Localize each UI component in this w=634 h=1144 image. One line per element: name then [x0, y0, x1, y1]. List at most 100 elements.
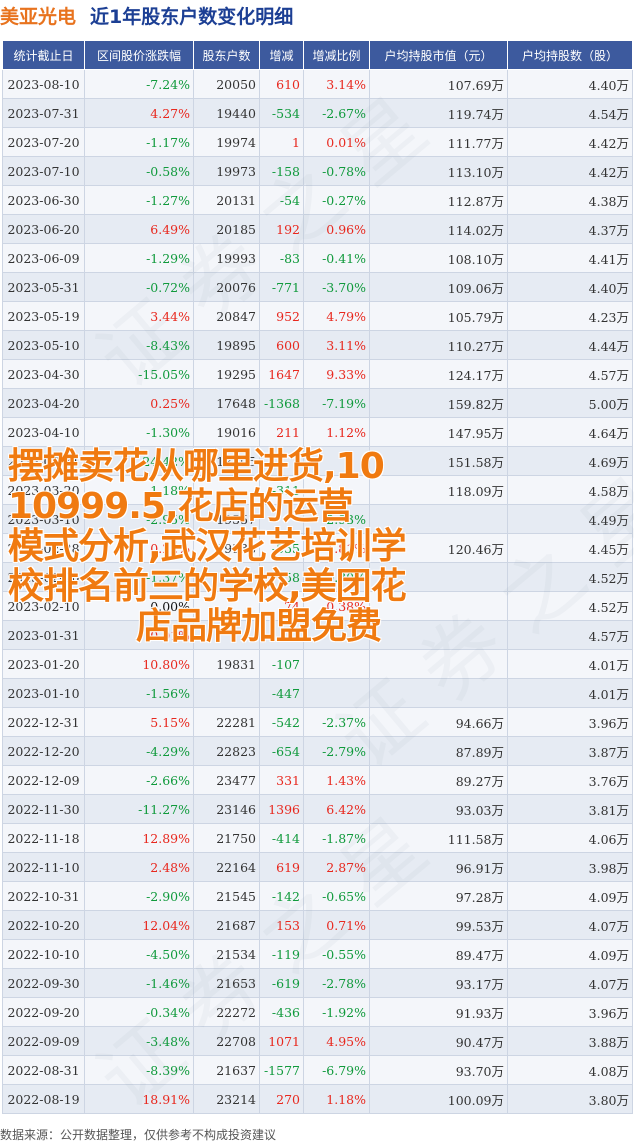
- column-header-price-change[interactable]: 区间股价涨跌幅: [84, 40, 194, 70]
- cell-avg-shares: 4.44万: [507, 330, 633, 360]
- table-row[interactable]: 2023-01-10 -1.56% -447 4.01万: [2, 678, 633, 708]
- table-row[interactable]: 2023-05-10 -8.43% 19895 600 3.11% 110.27万 4.44…: [2, 330, 633, 360]
- table-row[interactable]: 2023-06-09 -1.29% 19993 -83 -0.41% 108.10万 4.4…: [2, 243, 633, 273]
- column-header-avg-shares[interactable]: 户均持股数（股）: [507, 40, 633, 70]
- table-row[interactable]: 2023-07-10 -0.58% 19973 -158 -0.78% 113.10万 4.…: [2, 156, 633, 186]
- cell-price-change: -2.90%: [84, 881, 194, 911]
- table-row[interactable]: 2022-10-31 -2.90% 21545 -142 -0.65% 97.28万 4.0…: [2, 881, 633, 911]
- cell-ratio: -6.79%: [303, 1055, 370, 1085]
- cell-avg-value: 87.89万: [369, 736, 508, 766]
- column-header-ratio[interactable]: 增减比例: [303, 40, 370, 70]
- overlay-line: 店品牌加盟免费: [136, 606, 382, 647]
- cell-delta: 619: [259, 852, 304, 882]
- table-row[interactable]: 2023-07-31 4.27% 19440 -534 -2.67% 119.74万 4.5…: [2, 98, 633, 128]
- cell-avg-shares: 3.76万: [507, 765, 633, 795]
- table-row[interactable]: 2022-09-20 -0.34% 22272 -436 -1.92% 91.93万 3.9…: [2, 997, 633, 1027]
- table-row[interactable]: 2023-04-10 -1.30% 19016 211 1.12% 147.95万 4.64…: [2, 417, 633, 447]
- table-row[interactable]: 2023-04-20 0.25% 17648 -1368 -7.19% 159.82万 5.…: [2, 388, 633, 418]
- cell-avg-value: 108.10万: [369, 243, 508, 273]
- cell-avg-value: 89.47万: [369, 939, 508, 969]
- table-row[interactable]: 2022-11-30 -11.27% 23146 1396 6.42% 93.03万 3.8…: [2, 794, 633, 824]
- cell-ratio: 0.71%: [303, 910, 370, 940]
- table-row[interactable]: 2023-05-31 -0.72% 20076 -771 -3.70% 109.06万 4.…: [2, 272, 633, 302]
- cell-avg-shares: 4.07万: [507, 968, 633, 998]
- cell-ratio: -2.79%: [303, 736, 370, 766]
- overlay-headline[interactable]: 摆摊卖花从哪里进货,10 10999.5,花店的运营 模式分析,武汉花艺培训学 …: [8, 447, 628, 647]
- cell-avg-shares: 4.54万: [507, 98, 633, 128]
- cell-price-change: -15.05%: [84, 359, 194, 389]
- cell-delta: 331: [259, 765, 304, 795]
- cell-delta: -771: [259, 272, 304, 302]
- table-row[interactable]: 2022-10-20 12.04% 21687 153 0.71% 99.53万 4.07万: [2, 910, 633, 940]
- table-row[interactable]: 2022-12-09 -2.66% 23477 331 1.43% 89.27万 3.76万: [2, 765, 633, 795]
- cell-holders: 23146: [193, 794, 260, 824]
- cell-avg-shares: 3.96万: [507, 707, 633, 737]
- cell-date: 2022-12-20: [2, 736, 85, 766]
- cell-ratio: 4.79%: [303, 301, 370, 331]
- cell-delta: 1: [259, 127, 304, 157]
- cell-delta: 192: [259, 214, 304, 244]
- table-row[interactable]: 2022-10-10 -4.50% 21534 -119 -0.55% 89.47万 4.0…: [2, 939, 633, 969]
- cell-date: 2022-10-10: [2, 939, 85, 969]
- cell-avg-value: 124.17万: [369, 359, 508, 389]
- cell-date: 2023-01-10: [2, 678, 85, 708]
- overlay-line: 10999.5,花店的运营: [8, 486, 354, 527]
- cell-holders: 20076: [193, 272, 260, 302]
- cell-holders: 20131: [193, 185, 260, 215]
- cell-avg-shares: 4.07万: [507, 910, 633, 940]
- table-row[interactable]: 2022-12-20 -4.29% 22823 -654 -2.79% 87.89万 3.8…: [2, 736, 633, 766]
- cell-delta: -158: [259, 156, 304, 186]
- table-row[interactable]: 2022-09-09 -3.48% 22708 1071 4.95% 90.47万 3.88…: [2, 1026, 633, 1056]
- column-header-holders[interactable]: 股东户数: [193, 40, 260, 70]
- table-row[interactable]: 2023-07-20 -1.17% 19974 1 0.01% 111.77万 4.42万: [2, 127, 633, 157]
- cell-date: 2023-05-10: [2, 330, 85, 360]
- cell-ratio: -2.67%: [303, 98, 370, 128]
- cell-date: 2023-08-10: [2, 69, 85, 99]
- cell-holders: 23214: [193, 1084, 260, 1114]
- cell-avg-shares: 4.09万: [507, 881, 633, 911]
- cell-holders: 21750: [193, 823, 260, 853]
- column-header-avg-value[interactable]: 户均持股市值（元）: [369, 40, 508, 70]
- cell-holders: 19974: [193, 127, 260, 157]
- cell-avg-shares: 3.96万: [507, 997, 633, 1027]
- table-row[interactable]: 2023-06-20 6.49% 20185 192 0.96% 114.02万 4.37万: [2, 214, 633, 244]
- column-header-date[interactable]: 统计截止日: [2, 40, 85, 70]
- cell-price-change: -0.72%: [84, 272, 194, 302]
- cell-delta: -107: [259, 649, 304, 679]
- stock-name[interactable]: 美亚光电: [0, 2, 76, 29]
- cell-delta: 1647: [259, 359, 304, 389]
- cell-avg-shares: 4.40万: [507, 272, 633, 302]
- table-row[interactable]: 2022-08-19 18.91% 23214 270 1.18% 100.09万 3.80…: [2, 1084, 633, 1114]
- cell-avg-value: [369, 649, 508, 679]
- cell-ratio: -0.41%: [303, 243, 370, 273]
- table-row[interactable]: 2023-08-10 -7.24% 20050 610 3.14% 107.69万 4.40…: [2, 69, 633, 99]
- cell-holders: 19895: [193, 330, 260, 360]
- cell-price-change: -8.39%: [84, 1055, 194, 1085]
- cell-avg-shares: 3.81万: [507, 794, 633, 824]
- cell-date: 2022-11-10: [2, 852, 85, 882]
- table-row[interactable]: 2022-08-31 -8.39% 21637 -1577 -6.79% 93.70万 4.…: [2, 1055, 633, 1085]
- cell-avg-value: 119.74万: [369, 98, 508, 128]
- table-row[interactable]: 2023-01-20 10.80% 19831 -107 4.01万: [2, 649, 633, 679]
- table-row[interactable]: 2023-06-30 -1.27% 20131 -54 -0.27% 112.87万 4.3…: [2, 185, 633, 215]
- cell-delta: -119: [259, 939, 304, 969]
- table-row[interactable]: 2023-04-30 -15.05% 19295 1647 9.33% 124.17万 4.…: [2, 359, 633, 389]
- cell-ratio: 4.95%: [303, 1026, 370, 1056]
- cell-avg-value: 111.58万: [369, 823, 508, 853]
- table-row[interactable]: 2022-11-10 2.48% 22164 619 2.87% 96.91万 3.98万: [2, 852, 633, 882]
- table-row[interactable]: 2023-05-19 3.44% 20847 952 4.79% 105.79万 4.23万: [2, 301, 633, 331]
- cell-ratio: -1.92%: [303, 997, 370, 1027]
- cell-delta: 153: [259, 910, 304, 940]
- cell-holders: 21534: [193, 939, 260, 969]
- table-row[interactable]: 2022-09-30 -1.46% 21653 -619 -2.78% 93.17万 4.0…: [2, 968, 633, 998]
- table-row[interactable]: 2022-11-18 12.89% 21750 -414 -1.87% 111.58万 4.…: [2, 823, 633, 853]
- table-header-row: 统计截止日 区间股价涨跌幅 股东户数 增减 增减比例 户均持股市值（元） 户均持…: [2, 40, 633, 70]
- table-row[interactable]: 2022-12-31 5.15% 22281 -542 -2.37% 94.66万 3.96…: [2, 707, 633, 737]
- cell-holders: 20050: [193, 69, 260, 99]
- cell-ratio: -2.78%: [303, 968, 370, 998]
- cell-date: 2023-06-30: [2, 185, 85, 215]
- column-header-delta[interactable]: 增减: [259, 40, 304, 70]
- cell-date: 2023-04-10: [2, 417, 85, 447]
- cell-holders: 19993: [193, 243, 260, 273]
- cell-ratio: 2.87%: [303, 852, 370, 882]
